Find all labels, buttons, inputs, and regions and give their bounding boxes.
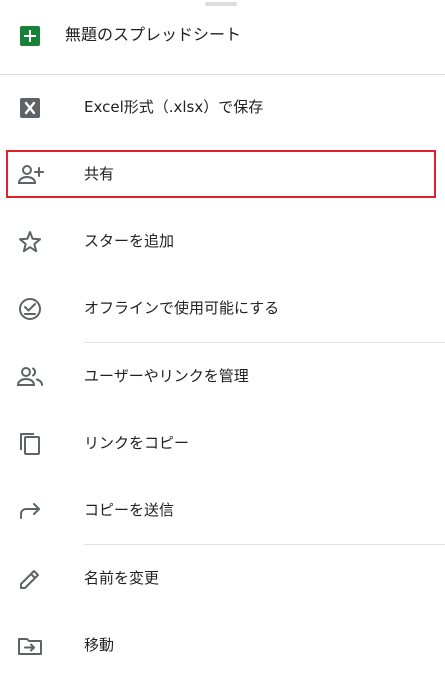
star-outline-icon — [16, 228, 44, 256]
menu-item-label: リンクをコピー — [84, 434, 190, 452]
menu-item-label: ユーザーやリンクを管理 — [84, 367, 249, 385]
menu-item-move[interactable]: 移動 — [0, 612, 445, 678]
menu-item-rename[interactable]: 名前を変更 — [0, 545, 445, 611]
menu-item-label: スターを追加 — [84, 232, 175, 250]
document-title: 無題のスプレッドシート — [65, 25, 242, 44]
menu-item-label: 名前を変更 — [84, 569, 160, 587]
menu-item-send-copy[interactable]: コピーを送信 — [0, 477, 445, 543]
menu-item-label: コピーを送信 — [84, 501, 175, 519]
menu-item-label: Excel形式（.xlsx）で保存 — [84, 98, 264, 116]
menu-item-manage-access[interactable]: ユーザーやリンクを管理 — [0, 343, 445, 409]
pencil-icon — [16, 565, 44, 593]
sheet-header: 無題のスプレッドシート — [0, 0, 445, 74]
excel-icon — [16, 94, 44, 122]
menu-item-label: オフラインで使用可能にする — [84, 299, 280, 317]
menu-item-add-star[interactable]: スターを追加 — [0, 208, 445, 274]
share-highlight-box — [6, 150, 436, 198]
offline-check-icon — [16, 295, 44, 323]
menu-item-save-as-excel[interactable]: Excel形式（.xlsx）で保存 — [0, 74, 445, 140]
move-folder-icon — [16, 632, 44, 660]
menu-item-make-offline[interactable]: オフラインで使用可能にする — [0, 275, 445, 341]
menu-item-label: 移動 — [84, 636, 115, 654]
send-arrow-icon — [16, 497, 44, 525]
people-icon — [16, 363, 44, 391]
google-sheets-icon — [20, 26, 40, 46]
menu-item-copy-link[interactable]: リンクをコピー — [0, 410, 445, 476]
copy-icon — [16, 430, 44, 458]
